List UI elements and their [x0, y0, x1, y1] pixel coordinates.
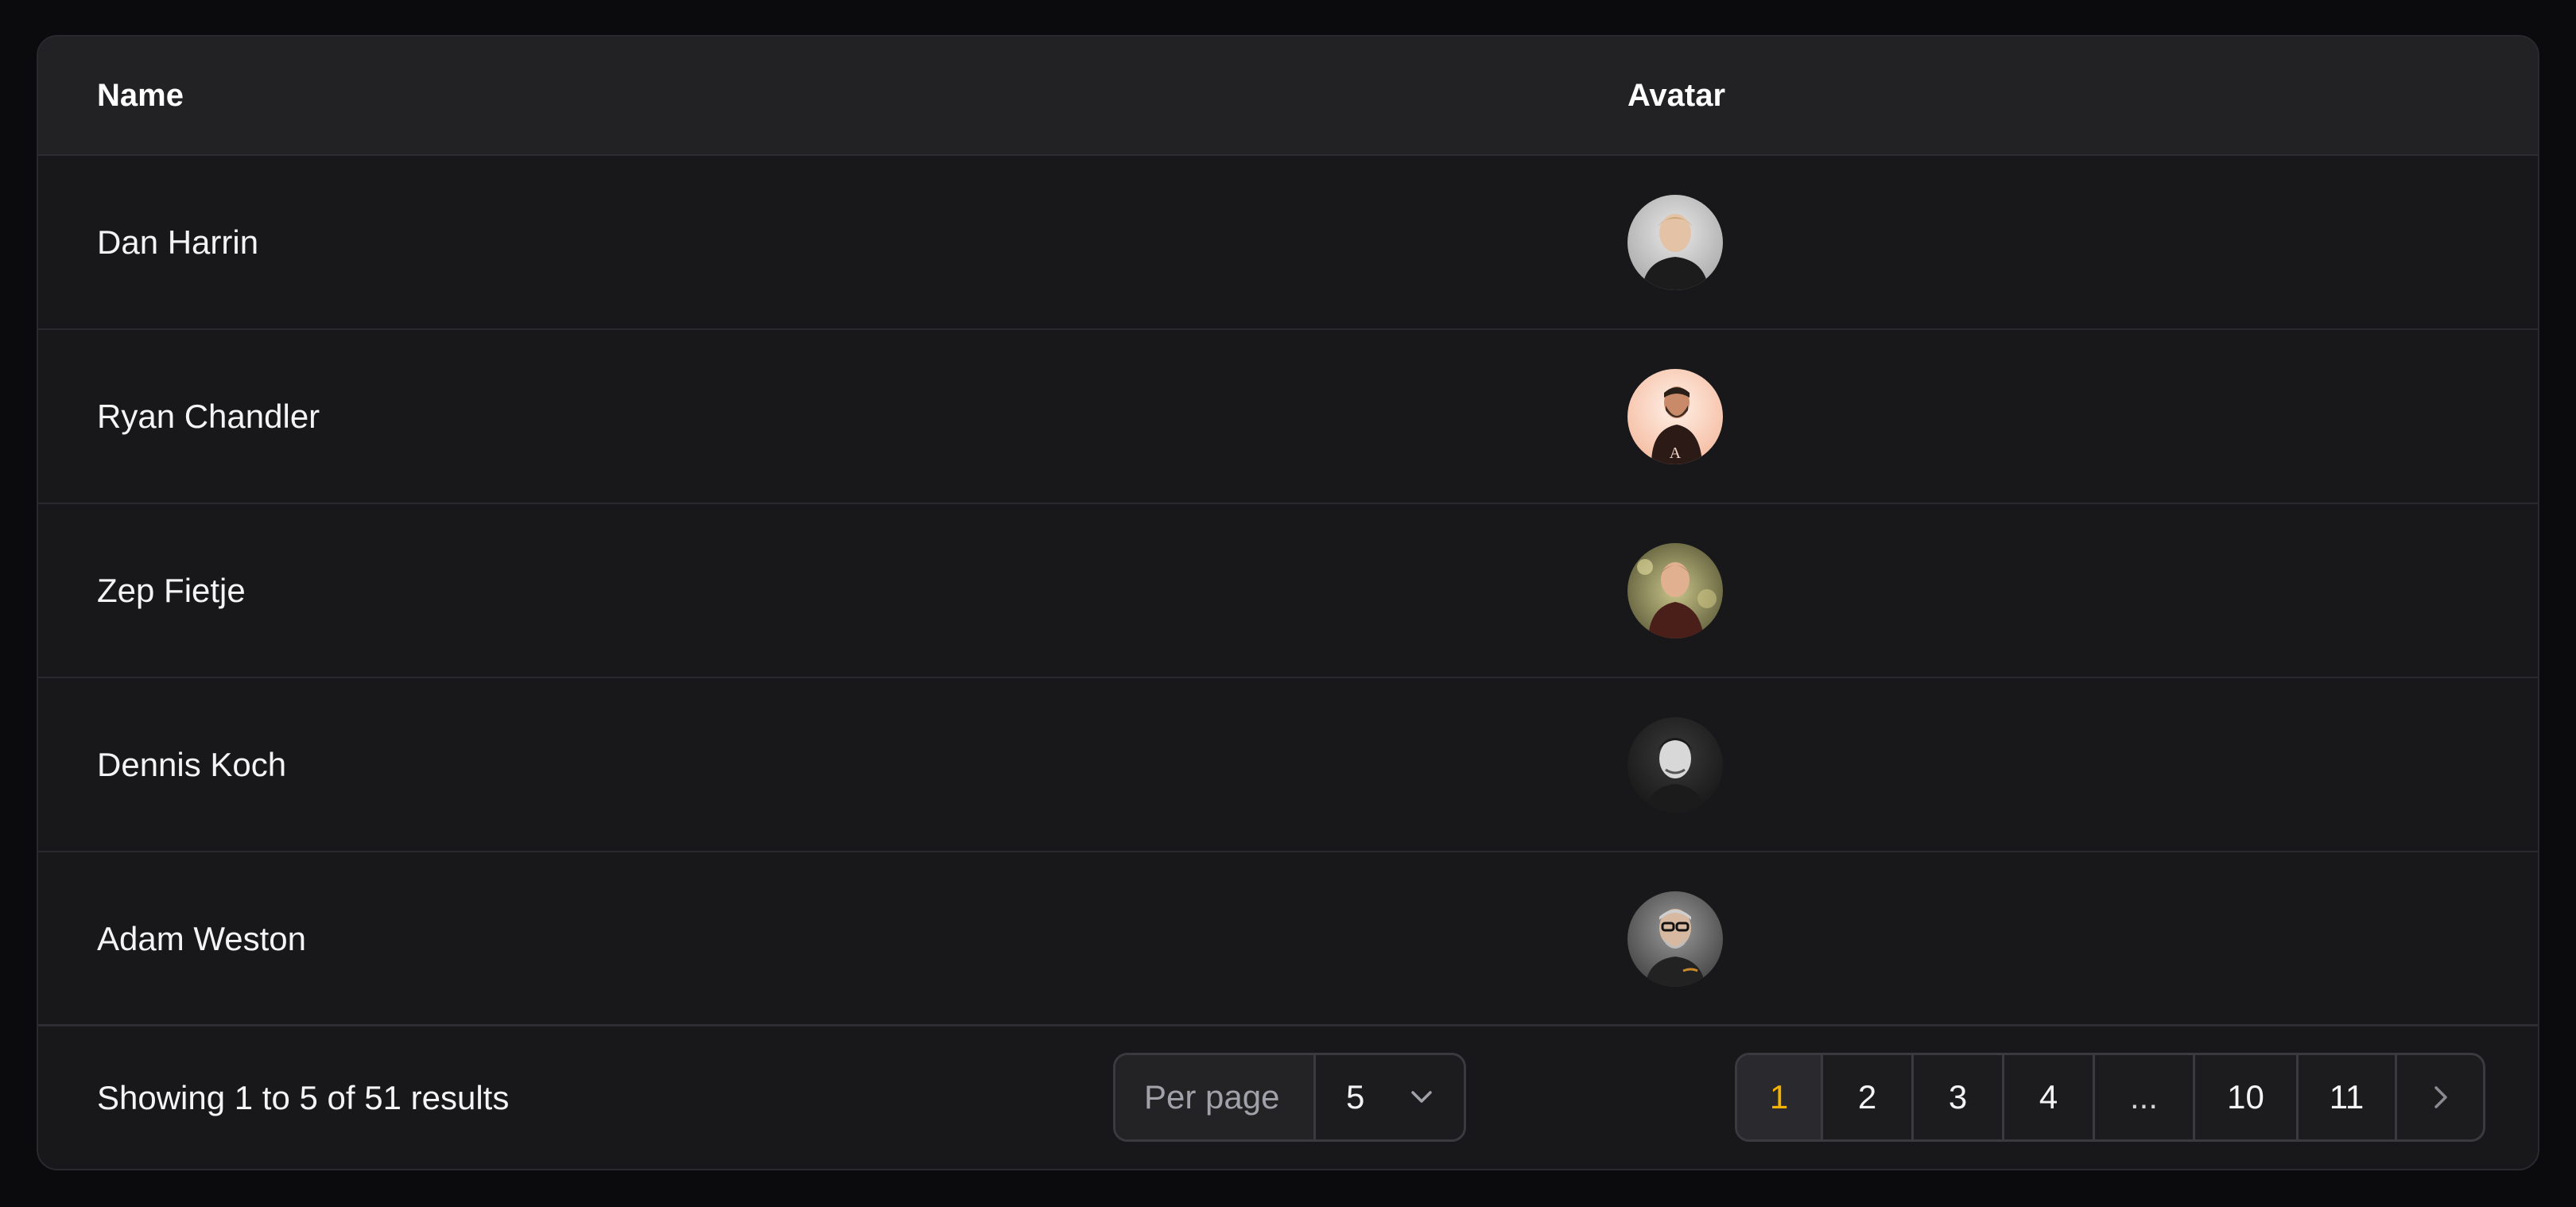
user-name: Zep Fietje — [97, 572, 246, 609]
per-page-value[interactable]: 5 — [1316, 1055, 1464, 1139]
table-row[interactable]: Zep Fietje — [38, 504, 2538, 678]
page-button-4[interactable]: 4 — [2004, 1055, 2095, 1139]
page-button-11[interactable]: 11 — [2299, 1055, 2397, 1139]
table-card: Name Avatar Dan Harrin Ryan Chandler A Z… — [37, 35, 2539, 1170]
pagination: 1 2 3 4 ... 10 11 — [1735, 1053, 2485, 1142]
user-photo-icon — [1627, 717, 1723, 813]
table-header: Name Avatar — [38, 37, 2538, 156]
chevron-down-icon — [1411, 1091, 1432, 1103]
per-page-label: Per page — [1115, 1055, 1316, 1139]
user-photo-icon — [1627, 543, 1723, 638]
page-button-3[interactable]: 3 — [1914, 1055, 2004, 1139]
table-row[interactable]: Dennis Koch — [38, 678, 2538, 852]
column-header-name[interactable]: Name — [97, 37, 184, 154]
page-button-2[interactable]: 2 — [1823, 1055, 1914, 1139]
user-name: Adam Weston — [97, 920, 307, 957]
chevron-right-icon — [2434, 1086, 2447, 1108]
user-photo-icon: A — [1627, 369, 1723, 464]
user-avatar — [1627, 891, 1723, 987]
page-button-10[interactable]: 10 — [2195, 1055, 2299, 1139]
user-avatar — [1627, 543, 1723, 638]
user-name: Ryan Chandler — [97, 398, 320, 435]
svg-text:A: A — [1670, 444, 1682, 462]
user-avatar — [1627, 717, 1723, 813]
table-row[interactable]: Ryan Chandler A — [38, 330, 2538, 504]
page-ellipsis: ... — [2095, 1055, 2195, 1139]
user-avatar — [1627, 195, 1723, 290]
user-photo-icon — [1627, 891, 1723, 987]
page-button-1[interactable]: 1 — [1737, 1055, 1823, 1139]
per-page-select[interactable]: Per page 5 — [1113, 1053, 1466, 1142]
user-avatar: A — [1627, 369, 1723, 464]
user-photo-icon — [1627, 195, 1723, 290]
table-footer: Showing 1 to 5 of 51 results Per page 5 … — [38, 1024, 2538, 1169]
next-page-button[interactable] — [2397, 1055, 2483, 1139]
column-header-avatar: Avatar — [1627, 78, 1726, 113]
pagination-summary: Showing 1 to 5 of 51 results — [97, 1079, 510, 1116]
user-name: Dan Harrin — [97, 223, 259, 261]
table-row[interactable]: Adam Weston — [38, 852, 2538, 1027]
user-name: Dennis Koch — [97, 746, 287, 783]
per-page-selected: 5 — [1346, 1078, 1365, 1116]
table-row[interactable]: Dan Harrin — [38, 156, 2538, 330]
